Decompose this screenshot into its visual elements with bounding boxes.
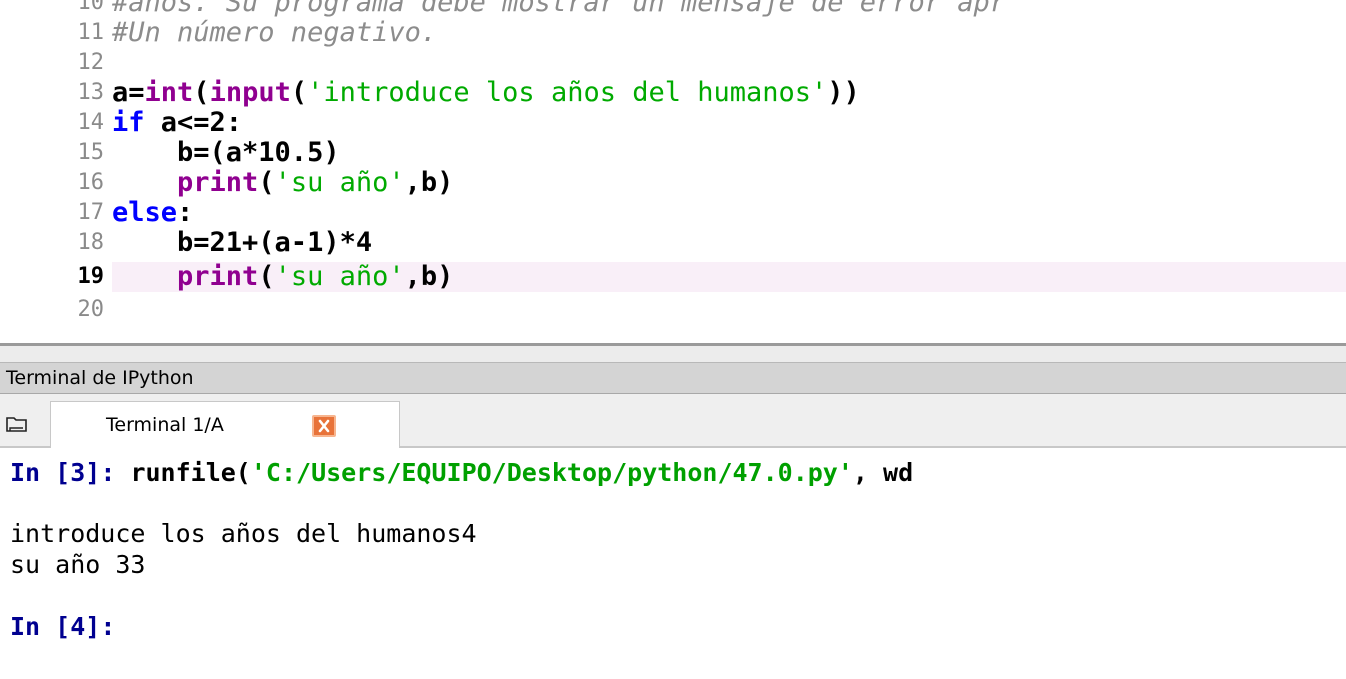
line-number: 12 bbox=[77, 50, 105, 75]
code-text: print('su año',b) bbox=[177, 167, 454, 198]
code-text: b=(a*10.5) bbox=[112, 137, 340, 168]
code-line[interactable]: 10 #años. Su programa debe mostrar un me… bbox=[0, 0, 1346, 18]
code-text: print('su año',b) bbox=[177, 261, 454, 292]
line-number: 14 bbox=[77, 110, 105, 135]
code-line[interactable]: 16 print('su año',b) bbox=[0, 168, 1346, 198]
line-number: 11 bbox=[77, 20, 105, 45]
folder-icon[interactable] bbox=[6, 415, 28, 433]
code-line[interactable]: 18 b=21+(a-1)*4 bbox=[0, 228, 1346, 258]
code-line[interactable]: 12 bbox=[0, 48, 1346, 78]
console-input-line: In [3]: runfile('C:/Users/EQUIPO/Desktop… bbox=[10, 458, 914, 487]
console-prompt-line[interactable]: In [4]: bbox=[10, 612, 115, 642]
line-number: 13 bbox=[77, 80, 105, 105]
terminal-pane-header: Terminal de IPython bbox=[0, 362, 1346, 394]
line-number: 15 bbox=[77, 140, 105, 165]
line-number: 16 bbox=[77, 170, 105, 195]
ipython-console[interactable]: In [3]: runfile('C:/Users/EQUIPO/Desktop… bbox=[0, 450, 1346, 679]
code-line[interactable]: 14 if a<=2: bbox=[0, 108, 1346, 138]
line-number: 20 bbox=[77, 297, 105, 322]
tab-terminal-1a[interactable]: Terminal 1/A bbox=[50, 401, 400, 448]
current-code-line[interactable]: 19 print('su año',b) bbox=[0, 262, 1346, 292]
code-text: #Un número negativo. bbox=[112, 17, 438, 48]
close-icon[interactable] bbox=[312, 415, 336, 437]
code-text: a=int(input('introduce los años del huma… bbox=[112, 77, 860, 108]
code-text: if a<=2: bbox=[112, 107, 243, 138]
code-line[interactable]: 13 a=int(input('introduce los años del h… bbox=[0, 78, 1346, 108]
pane-title: Terminal de IPython bbox=[6, 367, 194, 389]
code-line[interactable]: 20 bbox=[0, 295, 1346, 325]
console-output-line: introduce los años del humanos4 bbox=[10, 519, 477, 548]
line-number: 10 bbox=[77, 0, 105, 15]
code-text: else: bbox=[112, 197, 194, 228]
line-number: 18 bbox=[77, 230, 105, 255]
line-number: 19 bbox=[77, 264, 105, 289]
terminal-tab-bar: Terminal 1/A bbox=[0, 394, 1346, 448]
console-output-line: su año 33 bbox=[10, 550, 146, 579]
code-text: b=21+(a-1)*4 bbox=[112, 227, 373, 258]
code-text: #años. Su programa debe mostrar un mensa… bbox=[112, 0, 1007, 18]
tab-label: Terminal 1/A bbox=[106, 414, 224, 436]
line-number: 17 bbox=[77, 200, 105, 225]
pane-spacer bbox=[0, 346, 1346, 362]
code-line[interactable]: 17 else: bbox=[0, 198, 1346, 228]
code-editor[interactable]: 10 #años. Su programa debe mostrar un me… bbox=[0, 0, 1346, 343]
code-line[interactable]: 11 #Un número negativo. bbox=[0, 18, 1346, 48]
code-line[interactable]: 15 b=(a*10.5) bbox=[0, 138, 1346, 168]
